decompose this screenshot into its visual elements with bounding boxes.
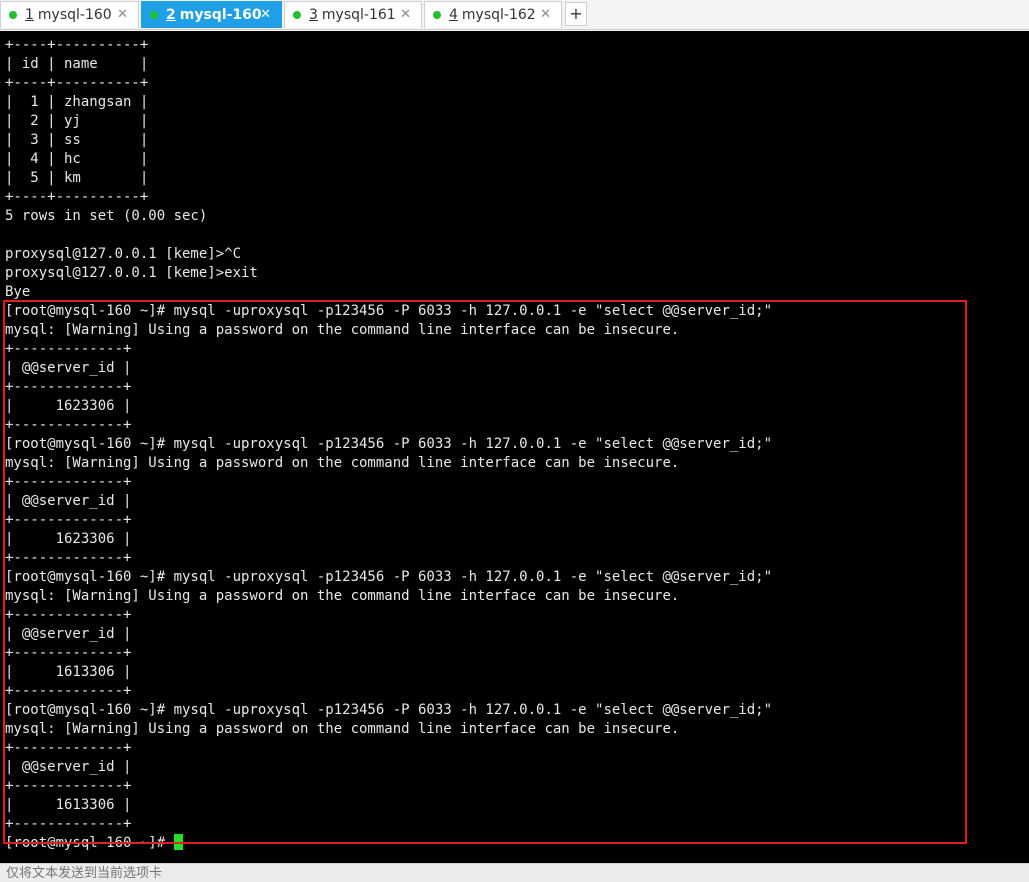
terminal-line: +-------------+ <box>5 550 132 566</box>
close-icon[interactable]: ✕ <box>540 7 551 22</box>
terminal-line: 5 rows in set (0.00 sec) <box>5 208 208 224</box>
terminal-line: | 1 | zhangsan | <box>5 94 149 110</box>
tab-label: mysql-162 <box>461 7 536 23</box>
terminal-output[interactable]: +----+----------+ | id | name | +----+----… <box>0 31 1029 863</box>
terminal-line: +----+----------+ <box>5 75 149 91</box>
terminal-line: | 1613306 | <box>5 797 132 813</box>
tab-mysql-162[interactable]: 4 mysql-162 ✕ <box>424 1 562 28</box>
terminal-line: +-------------+ <box>5 740 132 756</box>
terminal-line: mysql: [Warning] Using a password on the… <box>5 588 680 604</box>
connected-status-icon <box>150 11 158 19</box>
tab-mysql-160-2[interactable]: 2 mysql-160 ✕ <box>141 1 282 28</box>
terminal-prompt-line: [root@mysql-160 ~]# <box>5 834 772 853</box>
terminal-line: +-------------+ <box>5 607 132 623</box>
tab-number: 2 <box>166 7 176 23</box>
terminal-line: Bye <box>5 284 31 300</box>
terminal-line: +-------------+ <box>5 778 132 794</box>
terminal-line: | 1623306 | <box>5 398 132 414</box>
terminal-line: | @@server_id | <box>5 759 132 775</box>
tab-bar: 1 mysql-160 ✕ 2 mysql-160 ✕ 3 mysql-161 … <box>0 0 1029 30</box>
terminal-line: mysql: [Warning] Using a password on the… <box>5 455 680 471</box>
terminal-line: +-------------+ <box>5 512 132 528</box>
tab-label: mysql-160 <box>37 7 112 23</box>
terminal-line: | 2 | yj | <box>5 113 149 129</box>
terminal-line: +-------------+ <box>5 379 132 395</box>
terminal-line: [root@mysql-160 ~]# mysql -uproxysql -p1… <box>5 303 773 319</box>
tab-mysql-160-1[interactable]: 1 mysql-160 ✕ <box>0 1 139 28</box>
tab-number: 3 <box>309 7 318 23</box>
terminal-line: +----+----------+ <box>5 37 149 53</box>
terminal-line: +-------------+ <box>5 417 132 433</box>
terminal-line: | 4 | hc | <box>5 151 149 167</box>
send-to-current-tab-input[interactable] <box>4 865 1008 881</box>
terminal-line: mysql: [Warning] Using a password on the… <box>5 322 680 338</box>
terminal-line: [root@mysql-160 ~]# mysql -uproxysql -p1… <box>5 569 773 585</box>
terminal-line: | 3 | ss | <box>5 132 149 148</box>
tab-label: mysql-161 <box>321 7 396 23</box>
terminal-line: | id | name | <box>5 56 149 72</box>
terminal-line: +-------------+ <box>5 341 132 357</box>
connected-status-icon <box>293 11 301 19</box>
connected-status-icon <box>433 11 441 19</box>
terminal-line: [root@mysql-160 ~]# mysql -uproxysql -p1… <box>5 436 773 452</box>
tab-number: 1 <box>25 7 34 23</box>
terminal-line: proxysql@127.0.0.1 [keme]>exit <box>5 265 258 281</box>
terminal-line: +-------------+ <box>5 474 132 490</box>
compose-bar <box>0 863 1029 882</box>
terminal-line: +-------------+ <box>5 683 132 699</box>
terminal-line: | @@server_id | <box>5 360 132 376</box>
add-tab-button[interactable]: + <box>565 2 587 26</box>
terminal-line: +----+----------+ <box>5 189 149 205</box>
terminal-line: | 5 | km | <box>5 170 149 186</box>
terminal-line: | @@server_id | <box>5 626 132 642</box>
text-cursor <box>173 834 183 850</box>
terminal-line: +-------------+ <box>5 645 132 661</box>
close-icon[interactable]: ✕ <box>117 7 128 22</box>
terminal-text: +----+----------+ | id | name | +----+----… <box>5 36 772 853</box>
tab-label: mysql-160 <box>179 7 262 23</box>
terminal-line: mysql: [Warning] Using a password on the… <box>5 721 680 737</box>
terminal-line: proxysql@127.0.0.1 [keme]>^C <box>5 246 242 262</box>
terminal-line: +-------------+ <box>5 816 132 832</box>
terminal-line: | 1613306 | <box>5 664 132 680</box>
terminal-line: | 1623306 | <box>5 531 132 547</box>
tab-number: 4 <box>449 7 458 23</box>
terminal-line: | @@server_id | <box>5 493 132 509</box>
close-icon[interactable]: ✕ <box>400 7 411 22</box>
terminal-line: [root@mysql-160 ~]# mysql -uproxysql -p1… <box>5 702 773 718</box>
shell-prompt: [root@mysql-160 ~]# <box>5 835 174 851</box>
tab-mysql-161[interactable]: 3 mysql-161 ✕ <box>284 1 422 28</box>
close-icon[interactable]: ✕ <box>260 7 271 22</box>
connected-status-icon <box>9 11 17 19</box>
